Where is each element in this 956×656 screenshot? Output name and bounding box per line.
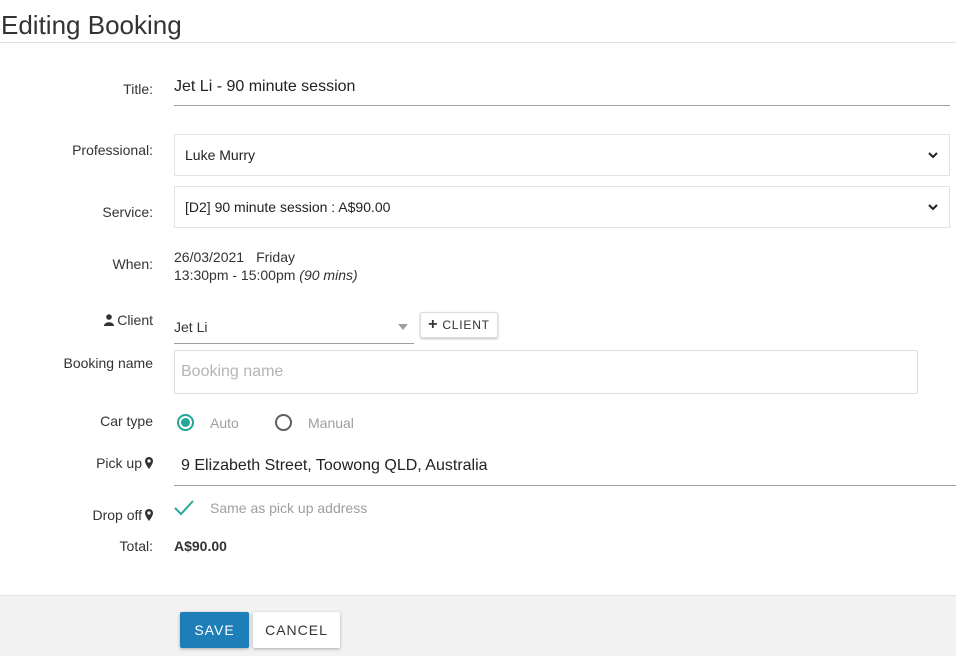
when-date: 26/03/2021 (174, 249, 245, 265)
same-as-pickup-checkbox[interactable]: Same as pick up address (174, 498, 367, 518)
total-value: A$90.00 (174, 538, 227, 554)
pick-up-label-text: Pick up (96, 455, 142, 471)
car-type-manual-label: Manual (308, 414, 354, 431)
pick-up-label: Pick up (96, 455, 153, 471)
client-label-text: Client (117, 312, 153, 328)
checkmark-icon (174, 500, 194, 516)
pick-up-input[interactable] (174, 446, 956, 486)
when-day: Friday (256, 249, 295, 265)
form-footer: SAVE CANCEL (0, 595, 956, 656)
page-title: Editing Booking (1, 10, 182, 40)
service-value: [D2] 90 minute session : A$90.00 (185, 199, 391, 215)
title-input[interactable] (174, 68, 950, 106)
map-marker-icon (145, 509, 153, 521)
professional-label: Professional: (72, 142, 153, 158)
title-divider (0, 42, 956, 43)
add-client-button[interactable]: + CLIENT (420, 312, 498, 338)
when-duration: (90 mins) (299, 267, 358, 283)
service-select[interactable]: [D2] 90 minute session : A$90.00 (174, 186, 950, 228)
drop-off-label: Drop off (92, 507, 153, 523)
plus-icon: + (428, 316, 439, 333)
car-type-manual-radio[interactable]: Manual (275, 414, 354, 431)
user-icon (104, 314, 115, 326)
chevron-down-icon (928, 152, 938, 159)
when-value: 26/03/2021 Friday 13:30pm - 15:00pm (90 m… (174, 248, 358, 284)
radio-unchecked-icon (275, 414, 292, 431)
chevron-down-icon (928, 204, 938, 211)
booking-name-input[interactable] (174, 350, 918, 394)
car-type-auto-label: Auto (210, 414, 239, 431)
total-label: Total: (119, 538, 153, 554)
add-client-label: CLIENT (442, 318, 490, 332)
booking-name-label: Booking name (63, 355, 153, 371)
drop-off-label-text: Drop off (92, 507, 142, 523)
car-type-label: Car type (100, 413, 153, 429)
caret-down-icon (398, 323, 408, 330)
professional-value: Luke Murry (185, 147, 256, 163)
client-label: Client (104, 312, 153, 328)
title-label: Title: (123, 81, 153, 97)
client-select[interactable]: Jet Li (174, 310, 414, 344)
radio-checked-icon (177, 414, 194, 431)
map-marker-icon (145, 457, 153, 469)
when-time: 13:30pm - 15:00pm (174, 267, 296, 283)
same-as-pickup-label: Same as pick up address (210, 500, 368, 516)
professional-select[interactable]: Luke Murry (174, 134, 950, 176)
client-value: Jet Li (174, 318, 208, 335)
car-type-auto-radio[interactable]: Auto (177, 414, 239, 431)
service-label: Service: (102, 204, 153, 220)
cancel-button[interactable]: CANCEL (253, 612, 340, 648)
when-label: When: (112, 256, 153, 272)
save-button[interactable]: SAVE (180, 612, 249, 648)
